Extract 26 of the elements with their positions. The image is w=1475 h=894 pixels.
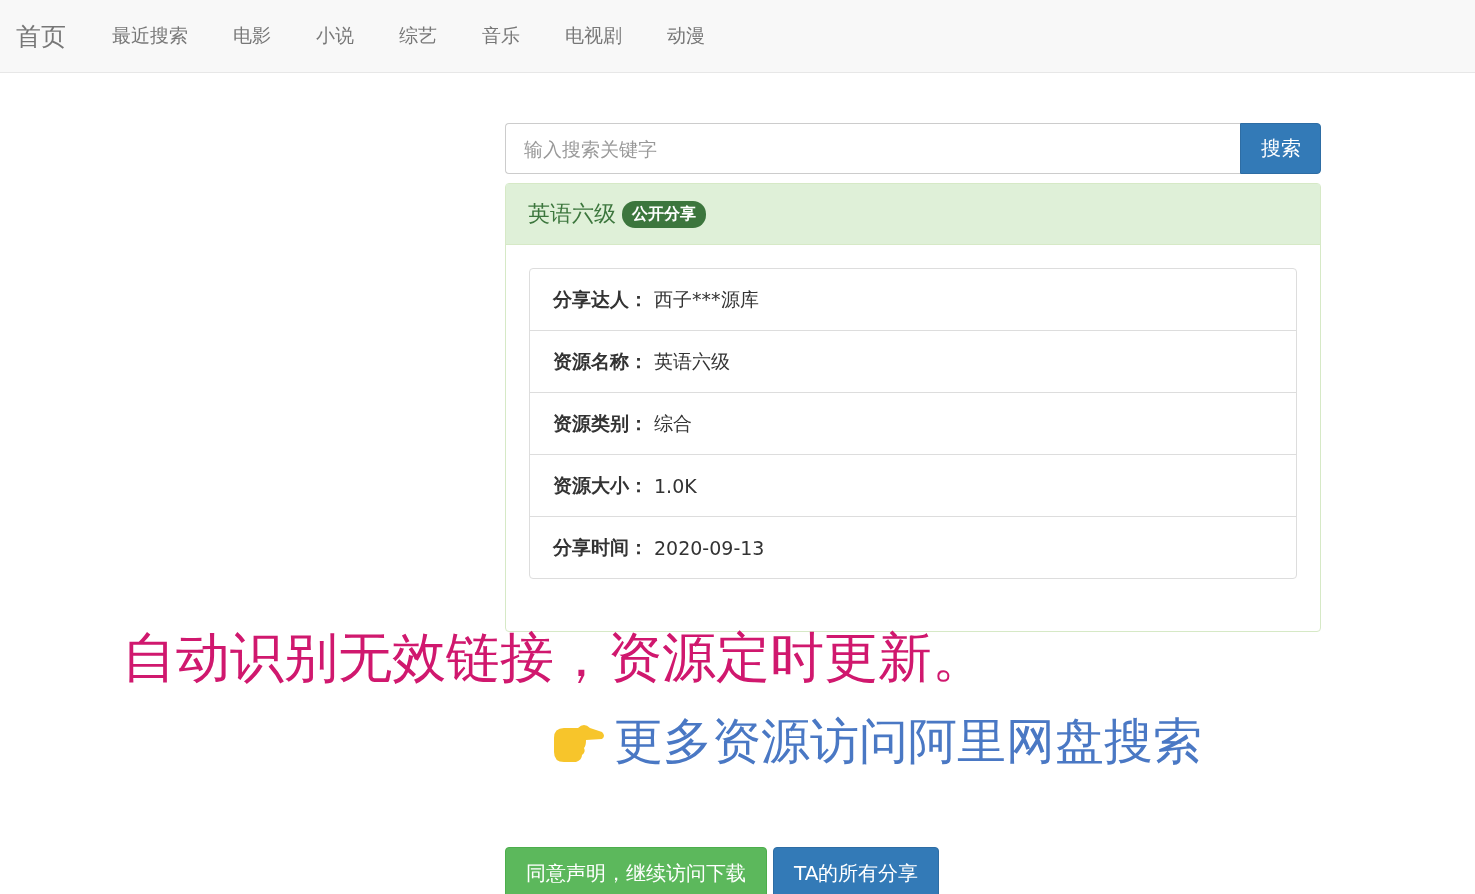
promo-text: 更多资源访问阿里网盘搜索 bbox=[614, 712, 1202, 773]
nav-link[interactable]: 最近搜索 bbox=[112, 23, 188, 49]
info-label: 分享达人： bbox=[553, 286, 648, 312]
annotation-text: 自动识别无效链接，资源定时更新。 bbox=[122, 628, 986, 688]
nav-link[interactable]: 电视剧 bbox=[565, 23, 622, 49]
nav-link[interactable]: 小说 bbox=[316, 23, 354, 49]
info-label: 资源名称： bbox=[553, 348, 648, 374]
share-badge: 公开分享 bbox=[622, 200, 706, 228]
info-label: 资源类别： bbox=[553, 410, 648, 436]
info-label: 资源大小： bbox=[553, 472, 648, 498]
search-field[interactable]: 输入搜索关键字 bbox=[505, 123, 1240, 174]
search-button[interactable]: 搜索 bbox=[1240, 123, 1321, 174]
info-label: 分享时间： bbox=[553, 534, 648, 560]
panel-title: 英语六级 bbox=[528, 200, 616, 228]
action-button[interactable]: 同意声明，继续访问下载 bbox=[505, 847, 767, 894]
nav-link[interactable]: 音乐 bbox=[482, 23, 520, 49]
brand-link[interactable]: 首页 bbox=[16, 19, 66, 53]
info-value: 英语六级 bbox=[654, 348, 730, 374]
action-button[interactable]: TA的所有分享 bbox=[773, 847, 940, 894]
nav-link[interactable]: 综艺 bbox=[399, 23, 437, 49]
nav-link[interactable]: 动漫 bbox=[667, 23, 705, 49]
nav-link[interactable]: 电影 bbox=[233, 23, 271, 49]
info-value: 综合 bbox=[654, 410, 692, 436]
info-value: 1.0K bbox=[654, 474, 697, 497]
info-value: 西子***源库 bbox=[654, 286, 759, 312]
info-value: 2020-09-13 bbox=[654, 536, 765, 559]
